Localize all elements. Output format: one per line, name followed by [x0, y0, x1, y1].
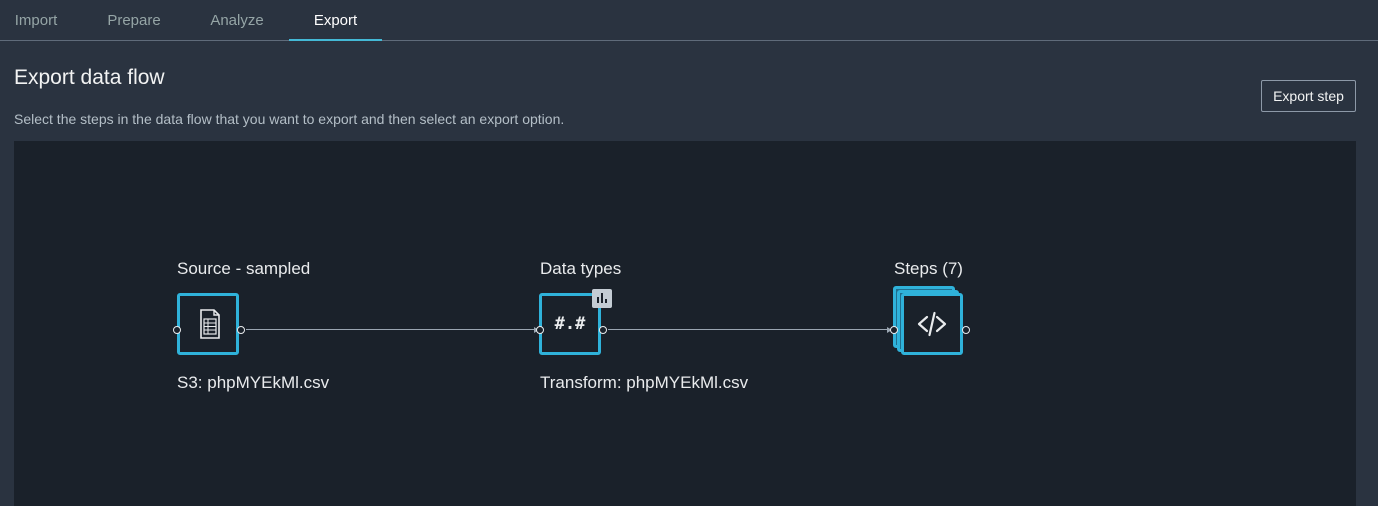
data-types-output-port[interactable] [599, 326, 607, 334]
data-types-input-port[interactable] [536, 326, 544, 334]
export-step-button[interactable]: Export step [1261, 80, 1356, 112]
source-input-port[interactable] [173, 326, 181, 334]
bar-chart-icon[interactable] [592, 289, 612, 308]
page-title: Export data flow [14, 66, 165, 89]
tab-prepare[interactable]: Prepare [96, 0, 172, 41]
steps-output-port[interactable] [962, 326, 970, 334]
source-node-title: Source - sampled [177, 259, 311, 278]
data-flow-canvas[interactable]: Source - sampled S3: phpMYEkMl.csv Data … [14, 141, 1356, 506]
steps-node-title: Steps (7) [894, 259, 963, 278]
tab-import[interactable]: Import [0, 0, 72, 41]
data-types-node-title: Data types [540, 259, 622, 278]
steps-input-port[interactable] [890, 326, 898, 334]
steps-node[interactable] [901, 293, 963, 355]
data-types-node-caption: Transform: phpMYEkMl.csv [540, 373, 749, 392]
connector-line [608, 329, 890, 330]
tab-analyze[interactable]: Analyze [198, 0, 276, 41]
code-icon [904, 296, 960, 357]
top-tab-bar: Import Prepare Analyze Export [0, 0, 1378, 41]
source-node-caption: S3: phpMYEkMl.csv [177, 373, 330, 392]
tab-export[interactable]: Export [289, 0, 382, 41]
page-description: Select the steps in the data flow that y… [14, 111, 565, 127]
connector-line [246, 329, 536, 330]
source-output-port[interactable] [237, 326, 245, 334]
data-types-icon: #.# [554, 314, 586, 334]
source-node[interactable] [177, 293, 239, 355]
csv-file-icon [180, 296, 236, 357]
